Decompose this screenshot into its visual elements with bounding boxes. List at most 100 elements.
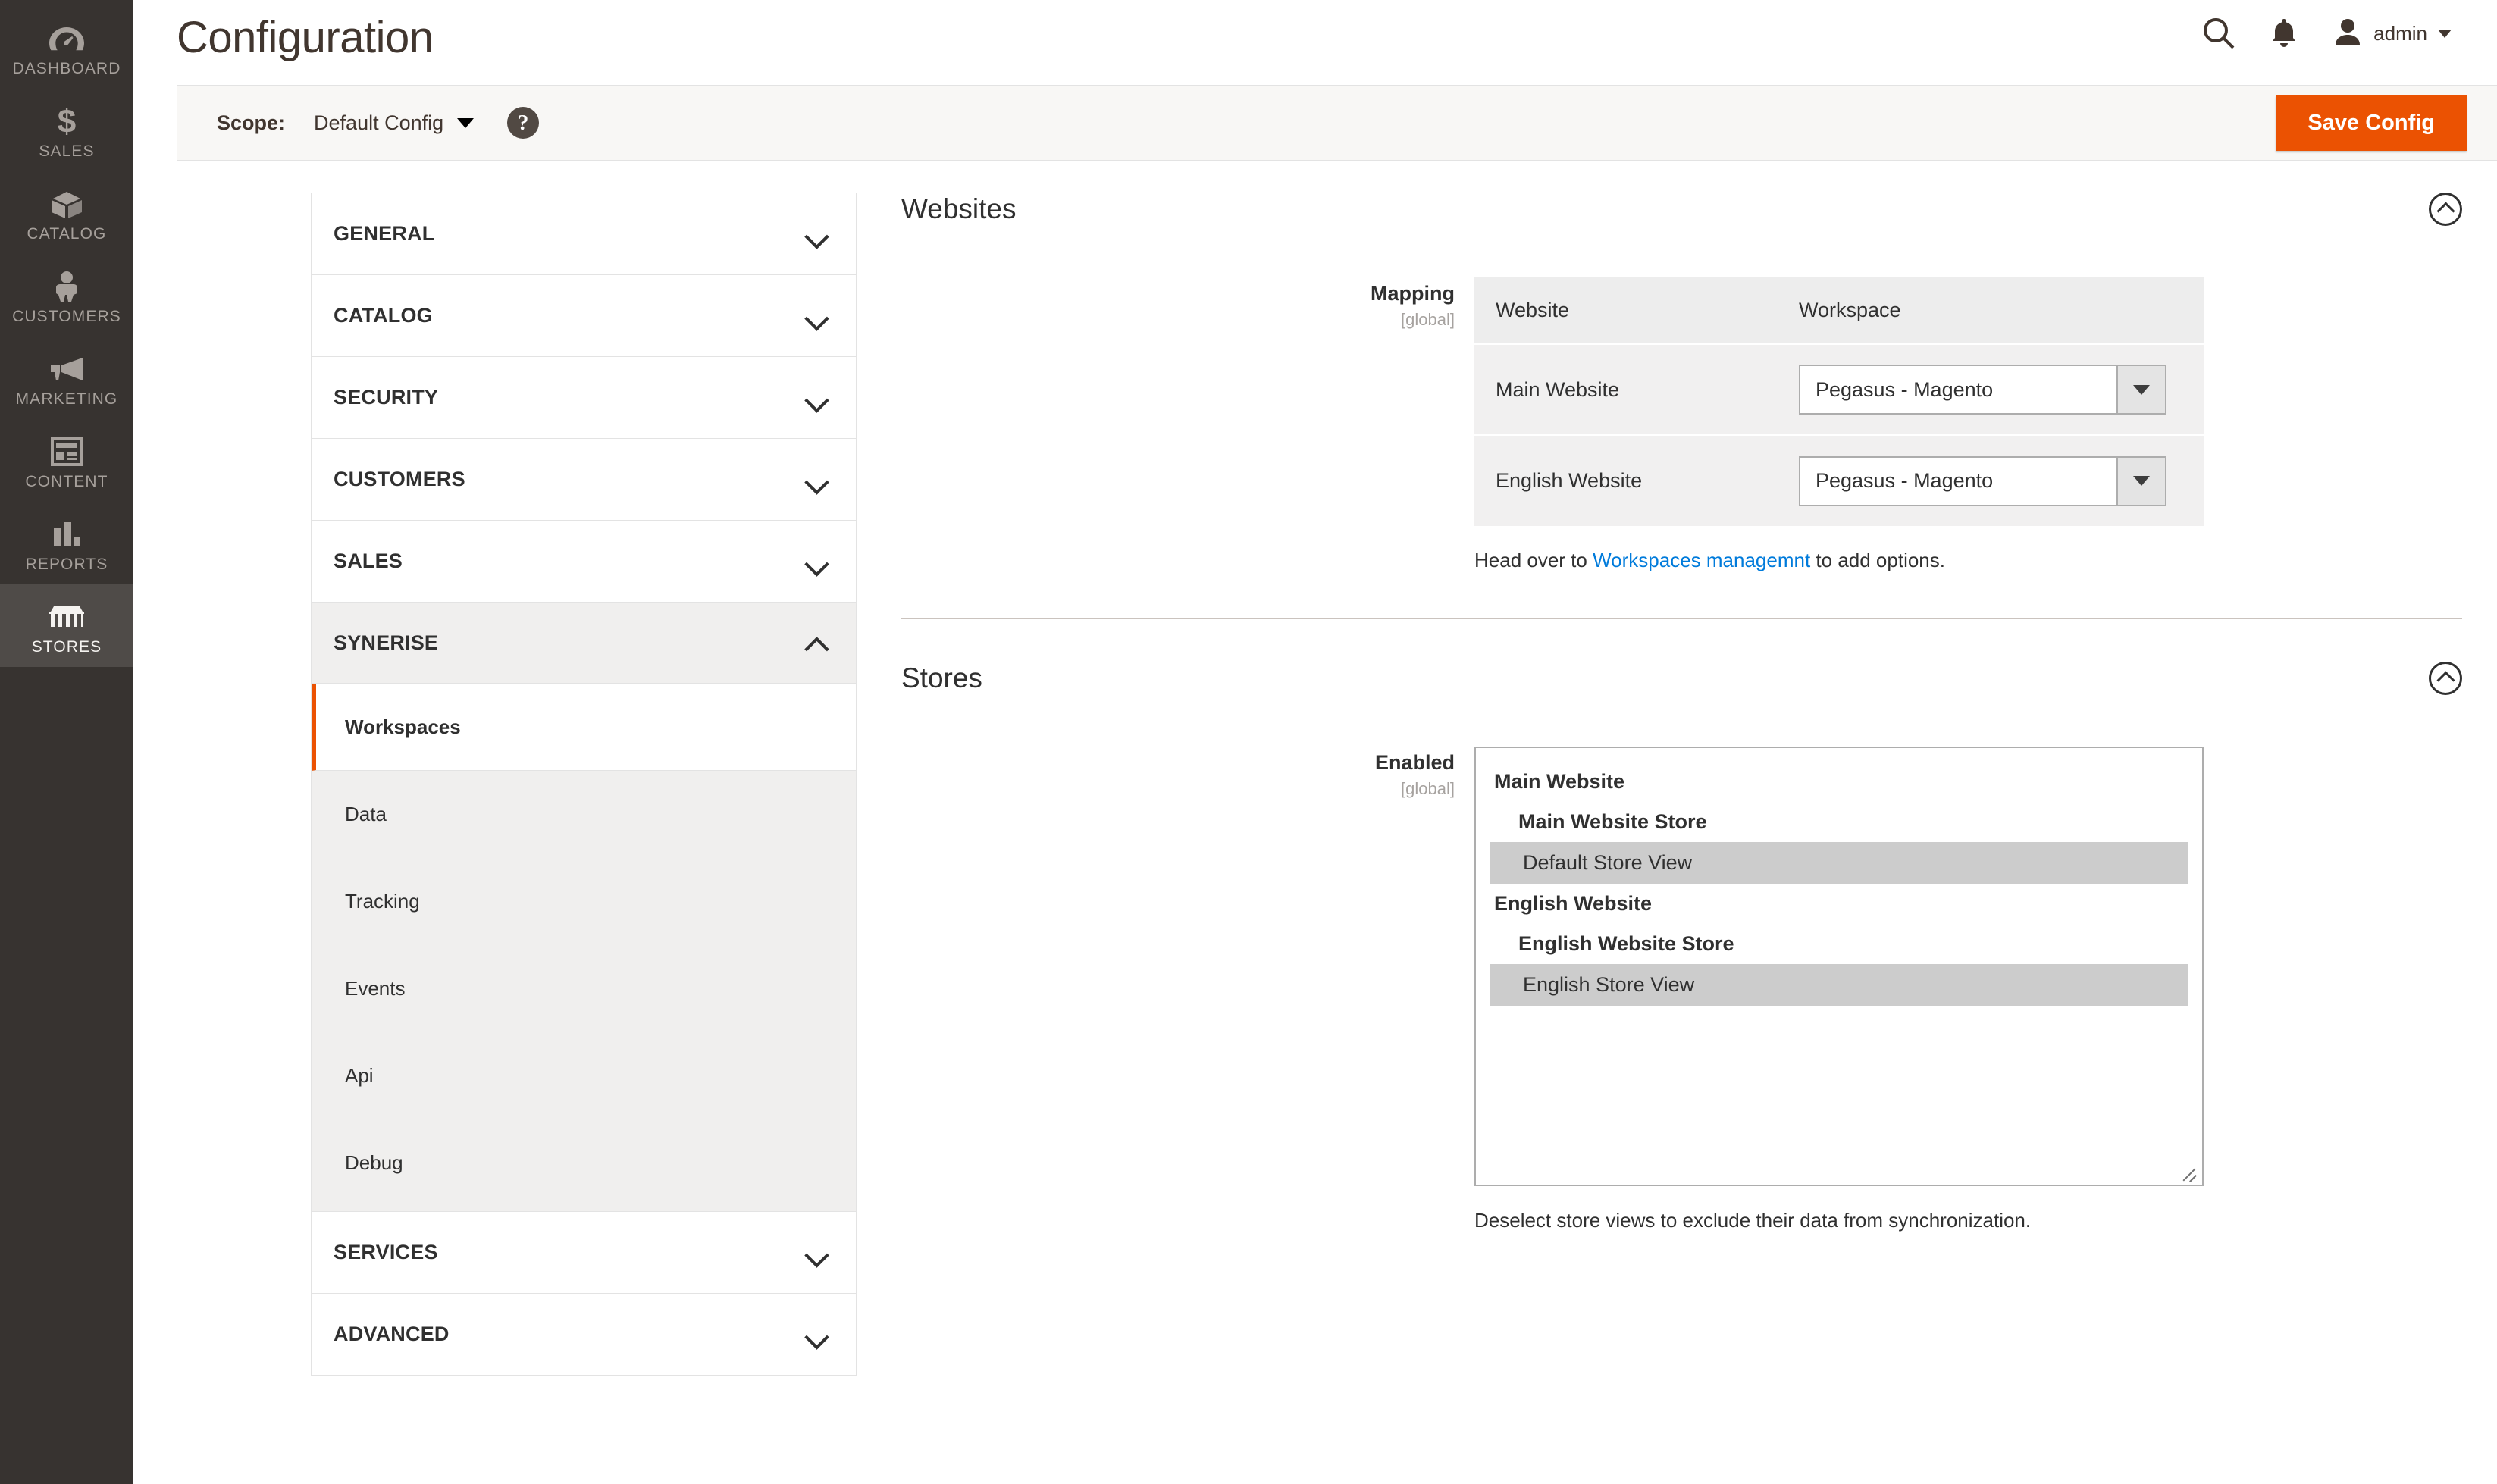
sidebar-item-debug[interactable]: Debug <box>312 1119 856 1207</box>
note-suffix: to add options. <box>1810 549 1945 571</box>
user-avatar-icon <box>2333 17 2363 50</box>
nav-section-header-customers[interactable]: CUSTOMERS <box>312 439 856 520</box>
bar-chart-icon <box>52 517 82 552</box>
save-config-button[interactable]: Save Config <box>2276 95 2467 151</box>
synerise-subnav: Workspaces Data Tracking Events Api Debu… <box>312 684 856 1211</box>
workspaces-management-link[interactable]: Workspaces managemnt <box>1593 549 1810 571</box>
nav-section-synerise: SYNERISE Workspaces Data Tracking Events… <box>312 603 856 1212</box>
bell-icon[interactable] <box>2270 17 2298 49</box>
nav-section-header-synerise[interactable]: SYNERISE <box>312 603 856 684</box>
column-header-website: Website <box>1474 277 1778 344</box>
dashboard-icon <box>49 21 84 56</box>
nav-section-header-security[interactable]: SECURITY <box>312 357 856 438</box>
sidebar-item-marketing[interactable]: MARKETING <box>0 337 133 419</box>
sidebar-item-sales[interactable]: $ SALES <box>0 89 133 171</box>
storefront-icon <box>49 600 84 634</box>
chevron-up-icon <box>806 636 829 650</box>
mapping-scope-hint: [global] <box>1401 310 1455 330</box>
sidebar-label: REPORTS <box>25 556 108 573</box>
sidebar-item-catalog[interactable]: CATALOG <box>0 171 133 254</box>
mapping-label: Mapping <box>1371 282 1455 305</box>
sidebar-label: SALES <box>39 142 95 160</box>
stores-title: Stores <box>901 662 982 693</box>
sidebar-item-data[interactable]: Data <box>312 771 856 858</box>
website-workspace-table: Website Workspace Main Website Pegasus -… <box>1474 277 2204 526</box>
nav-section-header-general[interactable]: GENERAL <box>312 193 856 274</box>
table-head: Website Workspace <box>1474 277 2204 344</box>
header-tools: admin <box>2202 0 2452 50</box>
workspace-select-english-website[interactable]: Pegasus - Magento <box>1799 456 2166 506</box>
nav-section-customers: CUSTOMERS <box>312 439 856 521</box>
sidebar-label: CATALOG <box>27 225 107 243</box>
sidebar-item-reports[interactable]: REPORTS <box>0 502 133 584</box>
stores-note: Deselect store views to exclude their da… <box>1474 1209 2032 1232</box>
nav-section-title: SECURITY <box>334 386 439 409</box>
sidebar-label: DASHBOARD <box>12 60 121 77</box>
sidebar-item-stores[interactable]: STORES <box>0 584 133 667</box>
chevron-down-icon <box>806 391 829 405</box>
chevron-up-circle-icon[interactable] <box>2429 193 2462 226</box>
nav-section-sales: SALES <box>312 521 856 603</box>
chevron-down-icon <box>806 227 829 241</box>
nav-subitem-label: Workspaces <box>345 715 461 738</box>
sidebar-item-tracking[interactable]: Tracking <box>312 858 856 945</box>
admin-user-name: admin <box>2373 21 2427 45</box>
multiselect-website-label: English Website <box>1494 892 1653 915</box>
workspace-select-main-website[interactable]: Pegasus - Magento <box>1799 365 2166 415</box>
sidebar-item-workspaces[interactable]: Workspaces <box>312 684 856 771</box>
stores-fieldset: Stores Enabled [global] Main Website Mai… <box>901 662 2462 1232</box>
note-prefix: Head over to <box>1474 549 1593 571</box>
multiselect-option-default-store-view[interactable]: Default Store View <box>1490 842 2188 884</box>
nav-subitem-label: Debug <box>345 1151 403 1174</box>
megaphone-icon <box>49 352 84 387</box>
nav-section-security: SECURITY <box>312 357 856 439</box>
nav-subitem-label: Api <box>345 1064 374 1087</box>
mapping-field-row: Mapping [global] Website Workspace Main … <box>901 277 2462 572</box>
mapping-control-col: Website Workspace Main Website Pegasus -… <box>1474 277 2462 572</box>
enabled-field-row: Enabled [global] Main Website Main Websi… <box>901 747 2462 1232</box>
nav-section-header-sales[interactable]: SALES <box>312 521 856 602</box>
cell-workspace-select: Pegasus - Magento <box>1778 434 2204 526</box>
chevron-down-icon <box>806 309 829 323</box>
caret-down-icon <box>2438 29 2452 38</box>
main-area: Configuration admin Scope: Default Confi… <box>133 0 2497 1484</box>
nav-section-title: SYNERISE <box>334 631 439 654</box>
multiselect-group-label: English Website Store <box>1518 932 1734 955</box>
nav-section-header-catalog[interactable]: CATALOG <box>312 275 856 356</box>
scope-switcher[interactable]: Default Config <box>314 111 475 135</box>
nav-section-header-services[interactable]: SERVICES <box>312 1212 856 1293</box>
search-icon[interactable] <box>2202 17 2235 50</box>
nav-section-services: SERVICES <box>312 1212 856 1294</box>
chevron-down-icon <box>806 555 829 568</box>
config-nav: GENERAL CATALOG SECURITY CUSTOMERS SALES… <box>311 193 857 1376</box>
sidebar-item-customers[interactable]: CUSTOMERS <box>0 254 133 337</box>
page-title: Configuration <box>177 13 434 62</box>
mapping-note: Head over to Workspaces managemnt to add… <box>1474 549 2462 572</box>
sidebar-item-api[interactable]: Api <box>312 1032 856 1119</box>
chevron-up-circle-icon[interactable] <box>2429 662 2462 695</box>
websites-fieldset: Websites Mapping [global] Website Worksp… <box>901 193 2462 619</box>
scope-bar: Scope: Default Config ? Save Config <box>177 85 2497 161</box>
multiselect-option-english-store-view[interactable]: English Store View <box>1490 964 2188 1006</box>
box-icon <box>50 186 83 221</box>
admin-user-menu[interactable]: admin <box>2333 17 2452 50</box>
sidebar-item-events[interactable]: Events <box>312 945 856 1032</box>
admin-app: DASHBOARD $ SALES CATALOG CUSTOMERS MARK… <box>0 0 2497 1484</box>
column-header-workspace: Workspace <box>1778 277 2204 344</box>
dollar-icon: $ <box>55 104 78 139</box>
nav-section-title: SALES <box>334 549 403 572</box>
question-mark-icon[interactable]: ? <box>507 107 540 139</box>
section-divider <box>901 618 2462 619</box>
store-views-multiselect[interactable]: Main Website Main Website Store Default … <box>1474 747 2204 1186</box>
sidebar-item-content[interactable]: CONTENT <box>0 419 133 502</box>
table-header-row: Website Workspace <box>1474 277 2204 344</box>
sidebar-item-dashboard[interactable]: DASHBOARD <box>0 6 133 89</box>
content-wrap: GENERAL CATALOG SECURITY CUSTOMERS SALES… <box>133 161 2497 1376</box>
sidebar-label: MARKETING <box>15 390 118 408</box>
resize-handle-icon[interactable] <box>2179 1162 2198 1180</box>
nav-section-title: GENERAL <box>334 222 435 245</box>
nav-section-header-advanced[interactable]: ADVANCED <box>312 1294 856 1375</box>
multiselect-group-label: Main Website Store <box>1518 810 1707 833</box>
admin-sidebar: DASHBOARD $ SALES CATALOG CUSTOMERS MARK… <box>0 0 133 1484</box>
nav-subitem-label: Data <box>345 803 387 825</box>
